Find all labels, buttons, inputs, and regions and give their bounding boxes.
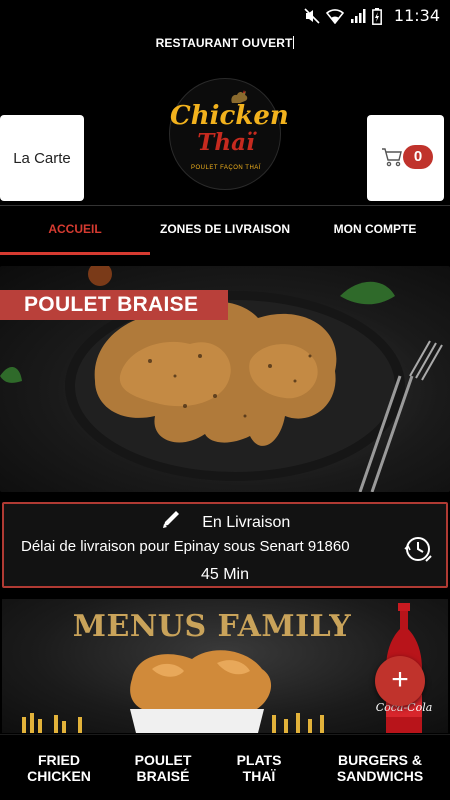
status-bar: 11:34 xyxy=(0,0,450,32)
status-icons xyxy=(304,7,382,25)
tab-my-account[interactable]: MON COMPTE xyxy=(300,206,450,255)
nav-tabs: ACCUEIL ZONES DE LIVRAISON MON COMPTE xyxy=(0,205,450,255)
tab-delivery-zones[interactable]: ZONES DE LIVRAISON xyxy=(150,206,300,255)
add-fab-button[interactable]: + xyxy=(375,656,425,706)
clock-time: 11:34 xyxy=(393,6,440,25)
text-cursor xyxy=(293,36,295,49)
clock-history-icon xyxy=(404,537,432,562)
category-poulet-braise[interactable]: POULET BRAISÉ xyxy=(118,735,208,800)
tab-home-label: ACCUEIL xyxy=(48,222,102,236)
delivery-delay-text: Délai de livraison pour Epinay sous Sena… xyxy=(21,538,350,555)
category-fried-chicken[interactable]: FRIED CHICKEN xyxy=(0,735,118,800)
edit-pencil-icon[interactable] xyxy=(160,510,184,530)
mute-icon xyxy=(304,8,320,24)
delivery-mode: En Livraison xyxy=(4,510,446,532)
delivery-mode-label: En Livraison xyxy=(202,514,291,531)
menu-card-label: La Carte xyxy=(13,149,71,167)
logo-word-thai: Thaï xyxy=(197,129,255,156)
hero-banner-title: POULET BRAISE xyxy=(0,290,228,320)
tab-home[interactable]: ACCUEIL xyxy=(0,206,150,255)
restaurant-logo: Chicken Thaï POULET FAÇON THAÏ xyxy=(169,78,289,190)
cart-count-badge: 0 xyxy=(403,145,433,169)
battery-charging-icon xyxy=(372,7,382,25)
plus-icon: + xyxy=(391,663,409,696)
signal-icon xyxy=(351,9,366,23)
wifi-icon xyxy=(326,9,344,24)
restaurant-status-label: RESTAURANT OUVERT xyxy=(155,36,293,50)
logo-tagline: POULET FAÇON THAÏ xyxy=(191,165,261,171)
restaurant-status: RESTAURANT OUVERT xyxy=(0,36,450,50)
delivery-info-box[interactable]: En Livraison Délai de livraison pour Epi… xyxy=(2,502,448,588)
cart-icon xyxy=(382,148,402,167)
category-bottom-nav: FRIED CHICKEN POULET BRAISÉ PLATS THAÏ B… xyxy=(0,734,450,800)
hero-banner-poulet-braise[interactable]: POULET BRAISE xyxy=(0,266,450,492)
category-plats-thai[interactable]: PLATS THAÏ xyxy=(208,735,310,800)
tab-my-account-label: MON COMPTE xyxy=(333,222,417,236)
delivery-duration: 45 Min xyxy=(200,566,250,583)
category-burgers-sandwichs[interactable]: BURGERS & SANDWICHS xyxy=(310,735,450,800)
cart-button[interactable]: 0 xyxy=(367,115,444,201)
tab-delivery-zones-label: ZONES DE LIVRAISON xyxy=(159,222,290,236)
menu-card-button[interactable]: La Carte xyxy=(0,115,84,201)
promo-title: MENUS FAMILY xyxy=(72,609,352,644)
logo-word-chicken: Chicken xyxy=(170,101,289,131)
